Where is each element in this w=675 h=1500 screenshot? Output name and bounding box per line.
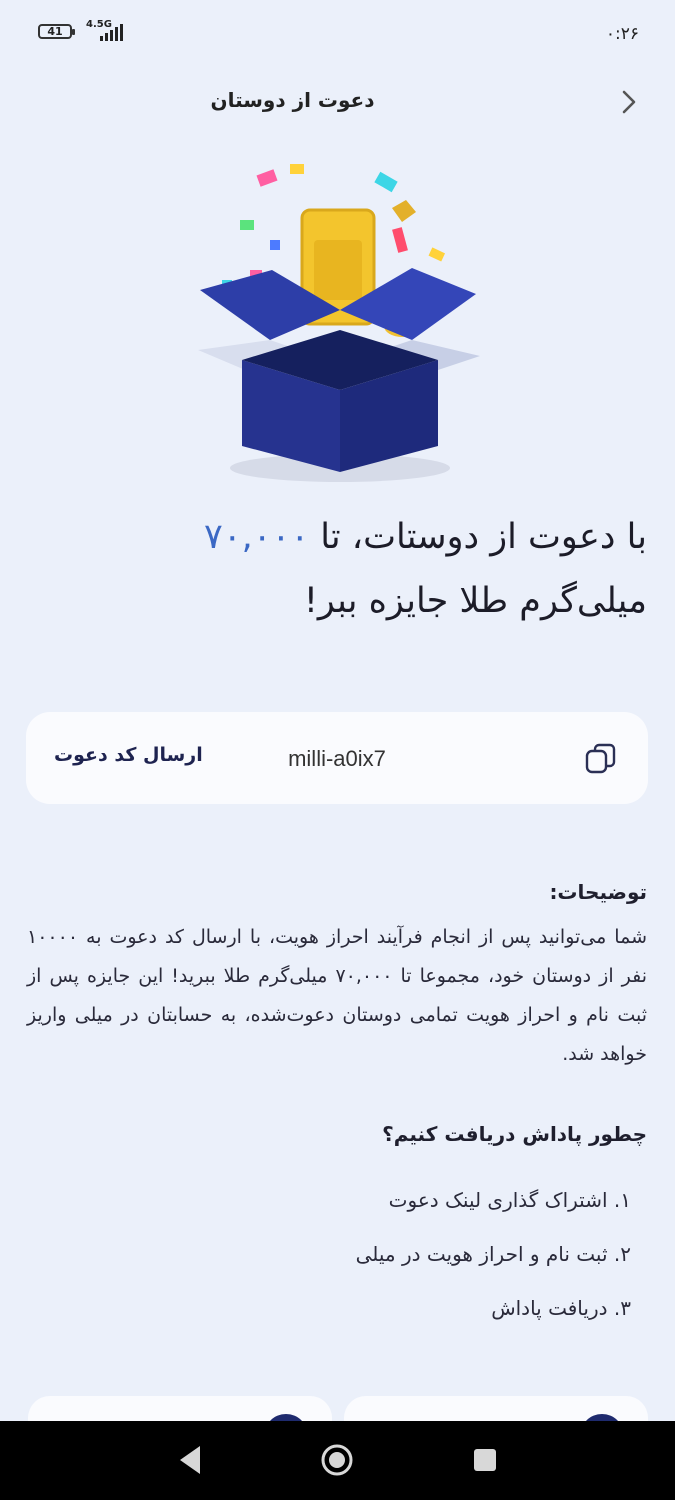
description-title: توضیحات:	[549, 880, 647, 904]
nav-back-icon[interactable]	[176, 1443, 204, 1477]
gift-box-illustration	[198, 164, 480, 482]
hero-headline: با دعوت از دوستات، تا ۷۰,۰۰۰ میلی‌گرم طل…	[27, 505, 647, 633]
signal-icon	[100, 24, 126, 41]
description-body: شما می‌توانید پس از انجام فرآیند احراز ه…	[27, 926, 647, 1065]
nav-recents-icon[interactable]	[472, 1443, 498, 1477]
invite-code: milli-a0ix7	[288, 746, 386, 771]
step-item: ۳. دریافت پاداش	[491, 1296, 631, 1320]
page-title: دعوت از دوستان	[210, 88, 375, 112]
chevron-right-icon[interactable]	[615, 86, 643, 118]
header: دعوت از دوستان	[0, 70, 675, 134]
steps-list: ۱. اشتراک گذاری لینک دعوت ۲. ثبت نام و ا…	[356, 1188, 631, 1350]
battery-indicator: 41	[38, 24, 75, 39]
reward-amount: ۷۰,۰۰۰	[204, 517, 310, 557]
system-navigation-bar	[0, 1421, 675, 1500]
nav-home-icon[interactable]	[320, 1443, 354, 1477]
step-item: ۲. ثبت نام و احراز هویت در میلی	[355, 1242, 631, 1266]
headline-prefix: با دعوت از دوستات، تا	[309, 517, 647, 557]
status-bar: 41 4.5G ۰:۲۶	[0, 0, 675, 62]
invite-code-card: ارسال کد دعوت milli-a0ix7	[26, 712, 648, 804]
clock: ۰:۲۶	[605, 24, 639, 44]
headline-line2: میلی‌گرم طلا جایزه ببر!	[303, 581, 647, 621]
step-item: ۱. اشتراک گذاری لینک دعوت	[388, 1188, 631, 1212]
copy-icon[interactable]	[584, 742, 618, 776]
how-to-title: چطور پاداش دریافت کنیم؟	[382, 1122, 647, 1146]
